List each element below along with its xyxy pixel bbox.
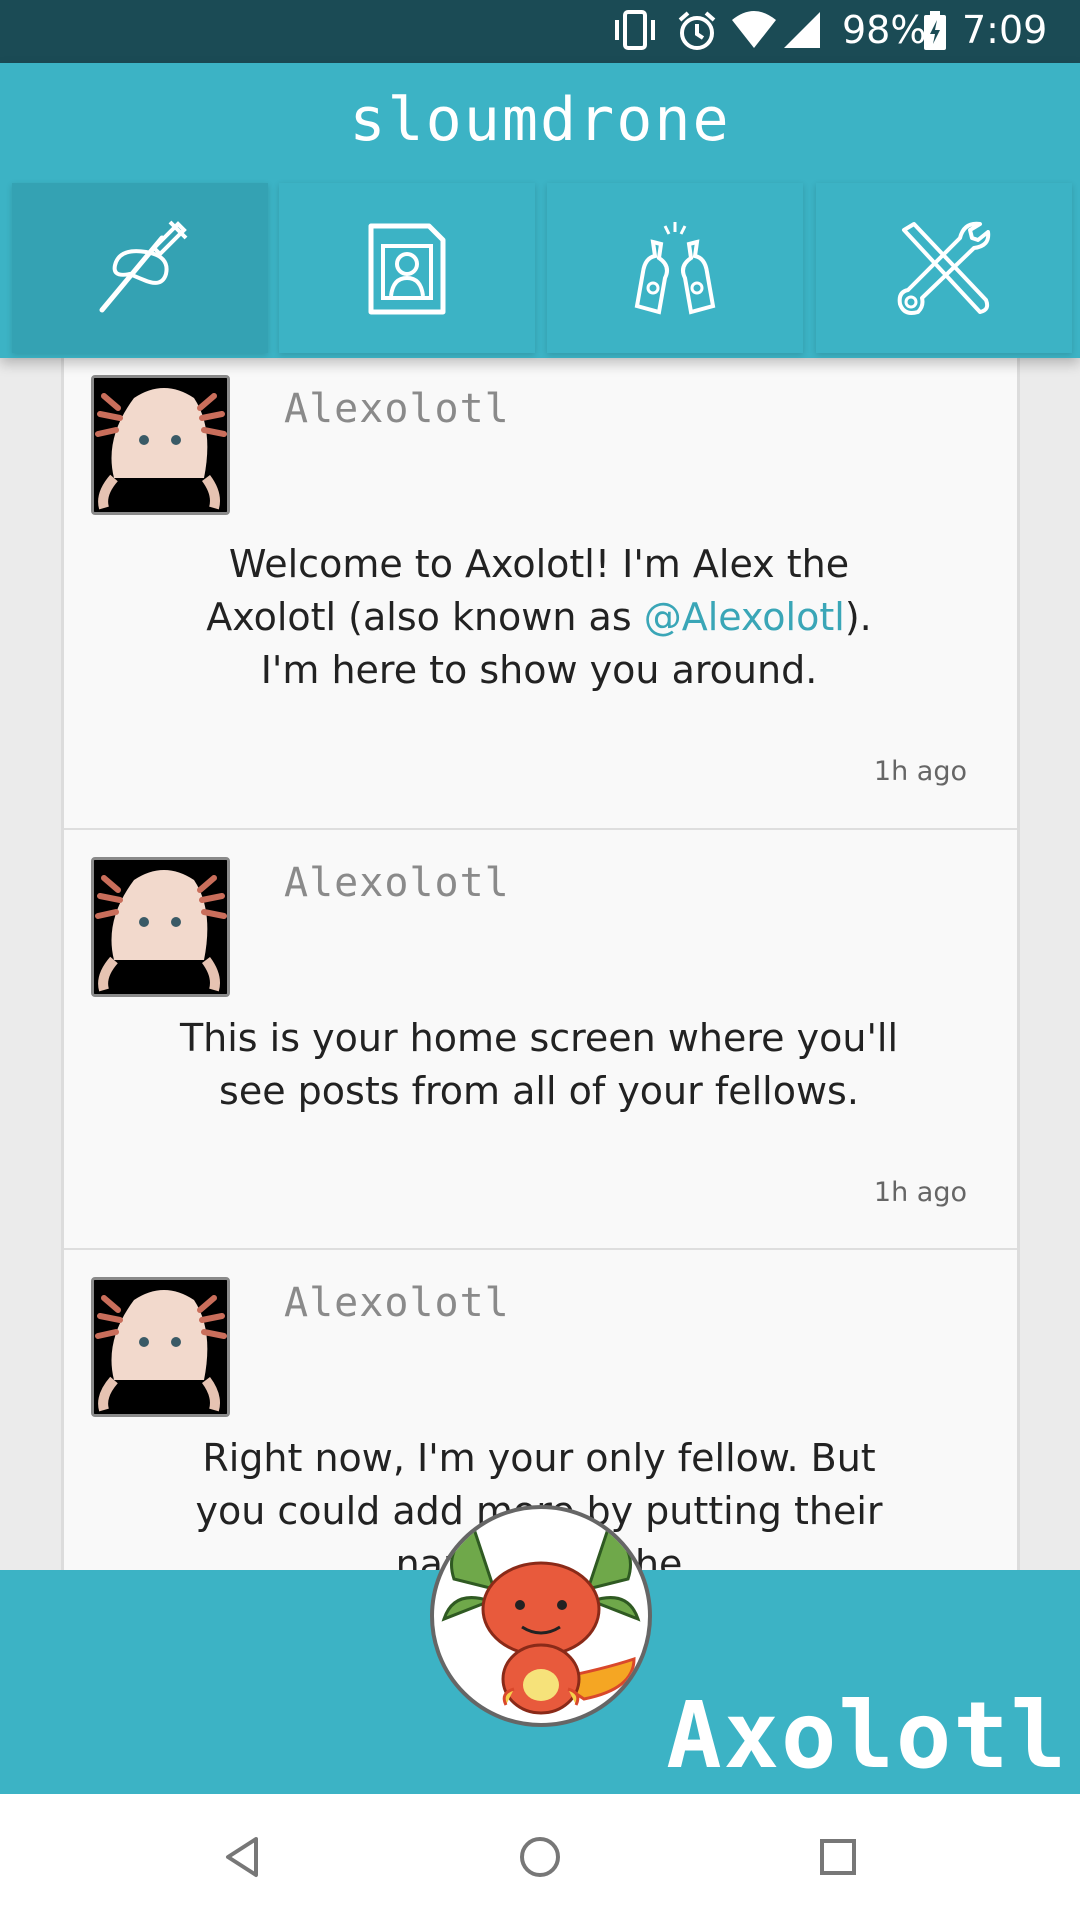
tab-compose[interactable] [12,183,268,353]
brand-name: Axolotl [666,1682,1068,1789]
cheers-bottles-icon [634,222,716,315]
tab-profile[interactable] [279,183,535,353]
app-header: sloumdrone [0,63,1080,358]
avatar[interactable] [91,375,230,515]
post-timestamp: 1h ago [873,1177,967,1208]
home-icon [520,1837,560,1877]
battery-charging-icon [922,10,948,56]
vibrate-icon [612,10,658,56]
alarm-icon [676,10,718,56]
post-username[interactable]: Alexolotl [284,386,510,432]
post-timestamp: 1h ago [873,756,967,787]
post-username[interactable]: Alexolotl [284,860,510,906]
system-nav-bar [0,1794,1080,1920]
mention-link[interactable]: @Alexolotl [644,595,845,639]
pen-nib-icon [99,220,188,313]
tab-settings[interactable] [816,183,1072,353]
recents-button[interactable] [758,1794,918,1920]
recents-icon [820,1839,856,1875]
post-username[interactable]: Alexolotl [284,1280,510,1326]
back-button[interactable] [162,1794,322,1920]
wifi-icon [730,10,778,54]
axolotl-mascot-icon [441,1526,641,1715]
feed[interactable]: Alexolotl Welcome to Axolotl! I'm Alex t… [61,358,1020,1570]
app-title: sloumdrone [349,85,731,155]
status-bar: 98% 7:09 [0,0,1080,63]
signal-icon [782,10,822,54]
tools-icon [897,221,991,315]
clock-time: 7:09 [962,8,1048,52]
post-text: This is your home screen where you'll se… [179,1016,899,1113]
axolotl-logo-button[interactable] [430,1505,652,1727]
home-button[interactable] [460,1794,620,1920]
avatar[interactable] [91,857,230,997]
post-card[interactable]: Alexolotl This is your home screen where… [64,830,1017,1250]
back-icon [226,1837,258,1877]
profile-card-icon [368,223,446,315]
battery-percent: 98% [842,8,927,52]
post-text: Welcome to Axolotl! I'm Alex the Axolotl… [174,538,904,697]
avatar[interactable] [91,1277,230,1417]
post-card[interactable]: Alexolotl Welcome to Axolotl! I'm Alex t… [64,358,1017,830]
tab-fellows[interactable] [547,183,803,353]
